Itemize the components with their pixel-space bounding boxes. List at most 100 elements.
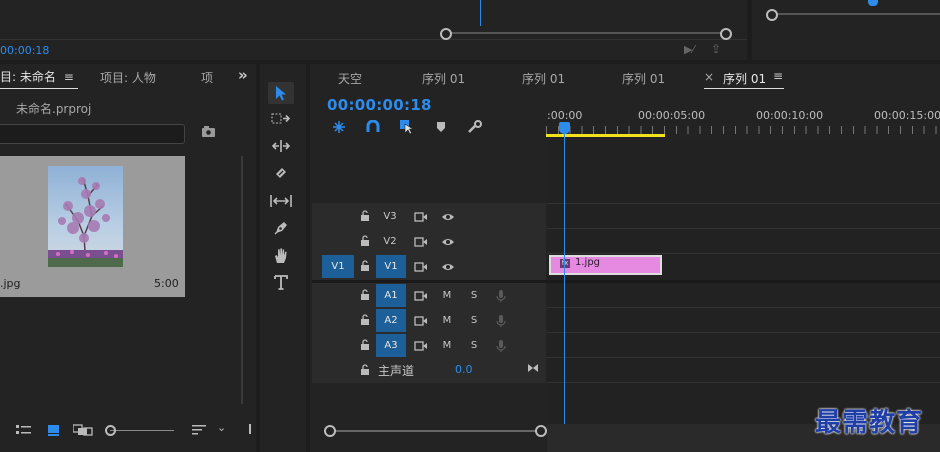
- export-frame-icon[interactable]: ▶⁄: [684, 43, 694, 56]
- project-tab-people[interactable]: 项目: 人物: [100, 69, 156, 86]
- top-scrollbar-track[interactable]: [446, 32, 728, 34]
- lock-track-icon[interactable]: [358, 258, 372, 274]
- video-clip[interactable]: fx 1.jpg: [549, 255, 662, 275]
- track-target-v1[interactable]: V1: [376, 255, 406, 278]
- sync-lock-icon[interactable]: [408, 206, 434, 227]
- sort-dropdown-chevron-icon[interactable]: ⌄: [217, 421, 226, 434]
- sync-lock-icon[interactable]: [408, 285, 434, 306]
- track-target-a1[interactable]: A1: [376, 284, 406, 307]
- sync-lock-icon[interactable]: [408, 335, 434, 356]
- nest-sequences-icon[interactable]: [332, 120, 346, 137]
- microphone-icon[interactable]: [494, 311, 508, 330]
- video-clip-label: 1.jpg: [575, 257, 601, 268]
- playhead-timecode[interactable]: 00:00:00:18: [327, 96, 432, 114]
- master-volume-value[interactable]: 0.0: [455, 363, 473, 376]
- track-row-v2[interactable]: V2: [312, 229, 546, 253]
- program-scroll-handle[interactable]: [766, 9, 778, 21]
- lock-track-icon[interactable]: [358, 362, 372, 378]
- snap-icon[interactable]: [366, 119, 380, 137]
- solo-button[interactable]: S: [466, 285, 482, 306]
- track-row-a1[interactable]: A1 M S: [312, 283, 546, 307]
- project-panel-scrollbar[interactable]: [241, 156, 243, 404]
- top-scroll-right-handle[interactable]: [720, 28, 732, 40]
- program-scrollbar-track[interactable]: [772, 13, 940, 15]
- track-target-a2[interactable]: A2: [376, 309, 406, 332]
- timeline-panel-menu-icon[interactable]: ≡: [773, 69, 783, 83]
- tab-sequence-active[interactable]: 序列 01: [723, 70, 766, 87]
- microphone-icon[interactable]: [494, 336, 508, 355]
- search-scope-icon[interactable]: [201, 126, 216, 138]
- track-row-a3[interactable]: A3 M S: [312, 333, 546, 357]
- list-view-icon[interactable]: [16, 424, 32, 439]
- lock-track-icon[interactable]: [358, 337, 372, 353]
- automate-icon[interactable]: [249, 424, 251, 434]
- track-target-v3[interactable]: V3: [376, 206, 404, 227]
- project-search-input[interactable]: [0, 124, 185, 144]
- sync-lock-icon[interactable]: [408, 256, 434, 277]
- add-marker-icon[interactable]: [436, 121, 446, 136]
- sync-lock-icon[interactable]: [408, 310, 434, 331]
- source-patch-v1[interactable]: V1: [322, 255, 354, 278]
- track-row-v1[interactable]: V1 V1: [312, 254, 546, 278]
- tab-sky[interactable]: 天空: [338, 70, 362, 87]
- project-tab-active[interactable]: 目: 未命名 ≡: [0, 68, 80, 88]
- sort-icon[interactable]: [192, 424, 208, 439]
- lock-track-icon[interactable]: [358, 287, 372, 303]
- top-scroll-left-handle[interactable]: [440, 28, 452, 40]
- slip-tool-icon[interactable]: [268, 190, 294, 212]
- timeline-scrollbar-track[interactable]: [330, 430, 540, 432]
- toggle-output-eye-icon[interactable]: [436, 206, 460, 227]
- top-monitor-divider: [0, 39, 747, 40]
- lock-track-icon[interactable]: [358, 312, 372, 328]
- tab-sequence-1[interactable]: 序列 01: [422, 70, 465, 87]
- video-clip-body: fx 1.jpg: [551, 257, 660, 273]
- freeform-view-icon[interactable]: [72, 424, 93, 439]
- icon-view-icon[interactable]: [47, 423, 61, 440]
- top-timecode: 00:00:18: [0, 44, 50, 57]
- ripple-edit-tool-icon[interactable]: [268, 135, 294, 157]
- track-select-tool-icon[interactable]: [268, 108, 294, 130]
- program-playhead-marker[interactable]: [868, 0, 878, 6]
- mute-button[interactable]: M: [438, 310, 456, 331]
- zoom-slider-track[interactable]: [110, 430, 174, 431]
- pen-tool-icon[interactable]: [268, 217, 294, 239]
- track-row-a2[interactable]: A2 M S: [312, 308, 546, 332]
- mute-button[interactable]: M: [438, 285, 456, 306]
- linked-selection-icon[interactable]: [399, 119, 415, 138]
- lock-track-icon[interactable]: [358, 208, 372, 224]
- toggle-output-eye-icon[interactable]: [436, 231, 460, 252]
- close-tab-icon[interactable]: ×: [704, 70, 714, 84]
- track-target-v2[interactable]: V2: [376, 231, 404, 252]
- tab-sequence-3[interactable]: 序列 01: [622, 70, 665, 87]
- solo-button[interactable]: S: [466, 335, 482, 356]
- track-target-a3[interactable]: A3: [376, 334, 406, 357]
- hand-tool-icon[interactable]: [268, 244, 294, 266]
- timeline-scroll-left-handle[interactable]: [324, 425, 336, 437]
- toggle-output-eye-icon[interactable]: [436, 256, 460, 277]
- project-tab-more[interactable]: 项: [201, 69, 213, 86]
- top-right-monitor: [752, 0, 940, 60]
- clip-name: .jpg: [0, 277, 21, 290]
- panels-overflow-icon[interactable]: »: [238, 66, 248, 84]
- panel-menu-icon[interactable]: ≡: [64, 70, 74, 84]
- export-icon[interactable]: ⇪: [711, 42, 721, 56]
- sync-lock-icon[interactable]: [408, 231, 434, 252]
- go-to-in-out-icon[interactable]: [527, 362, 539, 377]
- lane-divider: [547, 332, 940, 333]
- solo-button[interactable]: S: [466, 310, 482, 331]
- mute-button[interactable]: M: [438, 335, 456, 356]
- track-row-v3[interactable]: V3: [312, 204, 546, 228]
- selection-tool-icon[interactable]: [268, 82, 294, 104]
- razor-tool-icon[interactable]: [268, 162, 294, 184]
- timeline-scroll-right-handle[interactable]: [535, 425, 547, 437]
- timeline-settings-wrench-icon[interactable]: [467, 120, 483, 137]
- playhead-handle[interactable]: [559, 122, 570, 134]
- project-file-name: 未命名.prproj: [16, 102, 92, 116]
- type-tool-icon[interactable]: [268, 271, 294, 293]
- microphone-icon[interactable]: [494, 286, 508, 305]
- zoom-slider-handle[interactable]: [105, 425, 116, 436]
- lock-track-icon[interactable]: [358, 233, 372, 249]
- track-row-master[interactable]: 主声道 0.0: [312, 358, 546, 382]
- tab-sequence-2[interactable]: 序列 01: [522, 70, 565, 87]
- playhead-line[interactable]: [564, 134, 565, 424]
